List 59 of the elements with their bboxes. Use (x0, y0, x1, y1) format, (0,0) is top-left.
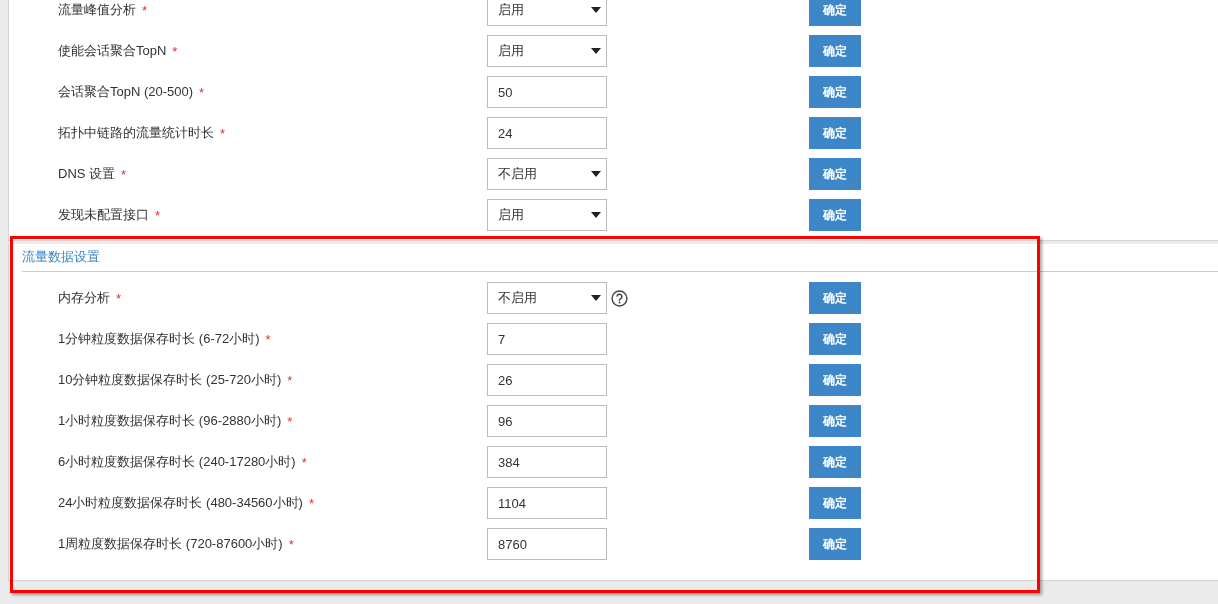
dropdown[interactable]: 启用 (487, 199, 607, 231)
input-field[interactable]: 7 (487, 323, 607, 355)
field-label: 1分钟粒度数据保存时长 (6-72小时) (58, 330, 260, 348)
input-field[interactable]: 96 (487, 405, 607, 437)
field-label: 24小时粒度数据保存时长 (480-34560小时) (58, 494, 303, 512)
input-field[interactable]: 24 (487, 117, 607, 149)
field-label: 1周粒度数据保存时长 (720-87600小时) (58, 535, 283, 553)
confirm-button[interactable]: 确定 (809, 282, 861, 314)
required-mark: * (220, 125, 226, 141)
required-mark: * (265, 331, 271, 347)
caret-icon (591, 7, 601, 13)
required-mark: * (172, 43, 178, 59)
input-field[interactable]: 1104 (487, 487, 607, 519)
required-mark: * (301, 454, 307, 470)
confirm-button[interactable]: 确定 (809, 487, 861, 519)
confirm-button[interactable]: 确定 (809, 199, 861, 231)
required-mark: * (121, 166, 127, 182)
caret-icon (591, 212, 601, 218)
input-field[interactable]: 50 (487, 76, 607, 108)
field-label: 发现未配置接口 (58, 206, 149, 224)
required-mark: * (142, 2, 148, 18)
input-field[interactable]: 384 (487, 446, 607, 478)
confirm-button[interactable]: 确定 (809, 76, 861, 108)
confirm-button[interactable]: 确定 (809, 364, 861, 396)
required-mark: * (287, 372, 293, 388)
required-mark: * (155, 207, 161, 223)
field-label: 内存分析 (58, 289, 110, 307)
confirm-button[interactable]: 确定 (809, 323, 861, 355)
field-label: 会话聚合TopN (20-500) (58, 83, 194, 101)
field-label: 10分钟粒度数据保存时长 (25-720小时) (58, 371, 282, 389)
field-label: 拓扑中链路的流量统计时长 (58, 124, 214, 142)
required-mark: * (308, 495, 314, 511)
required-mark: * (199, 84, 205, 100)
confirm-button[interactable]: 确定 (809, 117, 861, 149)
dropdown[interactable]: 不启用 (487, 282, 607, 314)
field-label: 流量峰值分析 (58, 1, 136, 19)
confirm-button[interactable]: 确定 (809, 0, 861, 26)
confirm-button[interactable]: 确定 (809, 528, 861, 560)
required-mark: * (287, 413, 293, 429)
caret-icon (591, 48, 601, 54)
required-mark: * (288, 536, 294, 552)
field-label: 6小时粒度数据保存时长 (240-17280小时) (58, 453, 296, 471)
confirm-button[interactable]: 确定 (809, 158, 861, 190)
confirm-button[interactable]: 确定 (809, 35, 861, 67)
dropdown[interactable]: 启用 (487, 0, 607, 26)
confirm-button[interactable]: 确定 (809, 446, 861, 478)
input-field[interactable]: 26 (487, 364, 607, 396)
help-icon[interactable] (611, 289, 628, 307)
caret-icon (591, 295, 601, 301)
input-field[interactable]: 8760 (487, 528, 607, 560)
dropdown[interactable]: 不启用 (487, 158, 607, 190)
field-label: 使能会话聚合TopN (58, 42, 167, 60)
field-label: 1小时粒度数据保存时长 (96-2880小时) (58, 412, 282, 430)
confirm-button[interactable]: 确定 (809, 405, 861, 437)
caret-icon (591, 171, 601, 177)
field-label: DNS 设置 (58, 165, 116, 183)
dropdown[interactable]: 启用 (487, 35, 607, 67)
required-mark: * (116, 290, 122, 306)
section-title: 流量数据设置 (22, 244, 1218, 272)
